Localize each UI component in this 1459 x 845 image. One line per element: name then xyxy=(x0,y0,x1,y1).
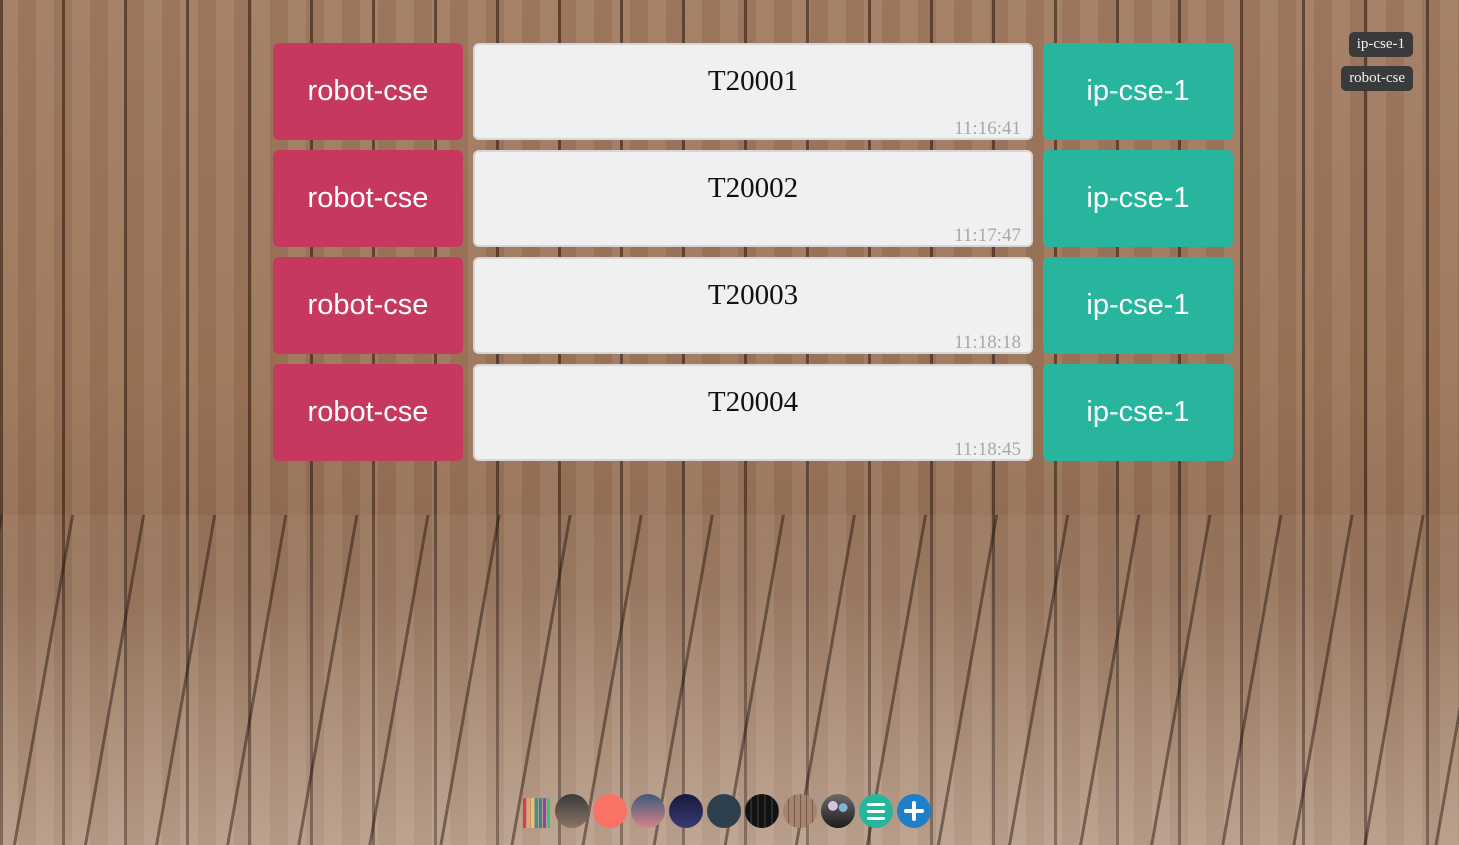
ticket-title: T20002 xyxy=(707,172,799,204)
card-row: robot-cse T20004 11:18:45 ip-cse-1 xyxy=(273,364,1233,461)
theme-swatch-light-wood[interactable] xyxy=(783,794,817,828)
menu-button[interactable] xyxy=(859,794,893,828)
bottom-dock xyxy=(523,794,931,828)
theme-swatch-black-wood[interactable] xyxy=(745,794,779,828)
theme-swatch-coral[interactable] xyxy=(593,794,627,828)
ticket-time: 11:18:45 xyxy=(954,439,1021,460)
ticket-title: T20004 xyxy=(707,386,799,418)
ticket-card[interactable]: T20004 11:18:45 xyxy=(473,364,1033,461)
ticket-card[interactable]: T20001 11:16:41 xyxy=(473,43,1033,140)
card-row: robot-cse T20001 11:16:41 ip-cse-1 xyxy=(273,43,1233,140)
theme-swatch-dusk-gradient[interactable] xyxy=(631,794,665,828)
ticket-time: 11:17:47 xyxy=(954,225,1021,246)
right-tag[interactable]: ip-cse-1 xyxy=(1043,364,1233,461)
left-tag[interactable]: robot-cse xyxy=(273,150,463,247)
theme-swatch-balloons[interactable] xyxy=(821,794,855,828)
theme-swatch-slate[interactable] xyxy=(707,794,741,828)
ticket-card[interactable]: T20002 11:17:47 xyxy=(473,150,1033,247)
tag-legend: ip-cse-1 robot-cse xyxy=(1341,32,1413,91)
right-tag[interactable]: ip-cse-1 xyxy=(1043,257,1233,354)
ticket-card[interactable]: T20003 11:18:18 xyxy=(473,257,1033,354)
ticket-title: T20003 xyxy=(707,279,799,311)
ticket-time: 11:16:41 xyxy=(954,118,1021,139)
menu-icon xyxy=(867,802,885,820)
legend-pill-ip-cse[interactable]: ip-cse-1 xyxy=(1348,32,1413,57)
card-board: robot-cse T20001 11:16:41 ip-cse-1 robot… xyxy=(273,43,1233,471)
ticket-time: 11:18:18 xyxy=(954,332,1021,353)
card-row: robot-cse T20002 11:17:47 ip-cse-1 xyxy=(273,150,1233,247)
add-button[interactable] xyxy=(897,794,931,828)
left-tag[interactable]: robot-cse xyxy=(273,364,463,461)
right-tag[interactable]: ip-cse-1 xyxy=(1043,43,1233,140)
legend-pill-robot-cse[interactable]: robot-cse xyxy=(1341,66,1413,91)
left-tag[interactable]: robot-cse xyxy=(273,43,463,140)
add-icon xyxy=(904,801,924,821)
ticket-title: T20001 xyxy=(707,65,799,97)
theme-swatch-navy-gradient[interactable] xyxy=(669,794,703,828)
colored-pencils-icon[interactable] xyxy=(523,794,551,828)
card-row: robot-cse T20003 11:18:18 ip-cse-1 xyxy=(273,257,1233,354)
left-tag[interactable]: robot-cse xyxy=(273,257,463,354)
right-tag[interactable]: ip-cse-1 xyxy=(1043,150,1233,247)
theme-swatch-dark-gradient[interactable] xyxy=(555,794,589,828)
